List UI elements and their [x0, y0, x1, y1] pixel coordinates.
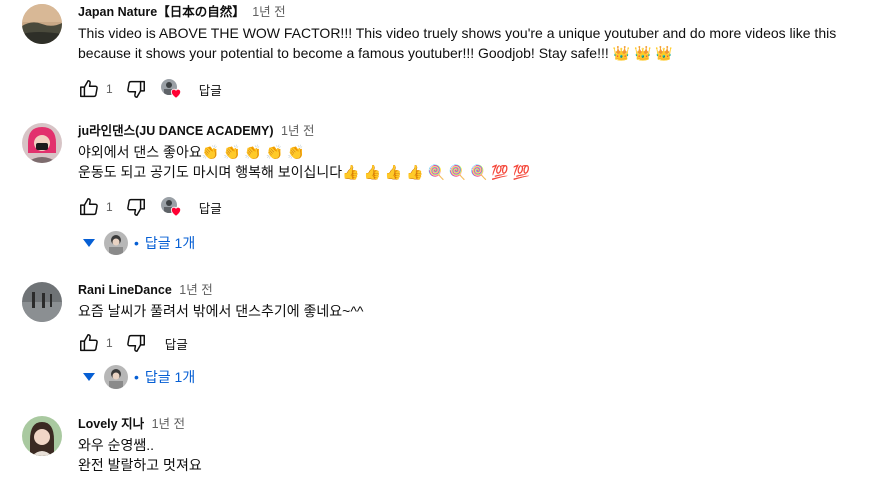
- reply-button[interactable]: 답글: [199, 198, 222, 217]
- comment-time[interactable]: 1년 전: [281, 124, 314, 138]
- thumbs-up-icon[interactable]: [78, 332, 100, 354]
- separator-dot: •: [134, 235, 139, 251]
- like-count: 1: [106, 200, 113, 214]
- comment-text: 야외에서 댄스 좋아요👏 👏 👏 👏 👏 운동도 되고 공기도 마시며 행복해 …: [78, 142, 848, 182]
- thumbs-down-icon[interactable]: [125, 196, 147, 218]
- reply-button[interactable]: 답글: [199, 80, 222, 99]
- comment-line: This video is ABOVE THE WOW FACTOR!!! Th…: [78, 25, 837, 41]
- comment-author[interactable]: Lovely 지나: [78, 417, 144, 431]
- creator-avatar: [104, 365, 128, 389]
- comment-author[interactable]: ju라인댄스(JU DANCE ACADEMY): [78, 124, 274, 138]
- separator-dot: •: [134, 369, 139, 385]
- thumbs-down-icon[interactable]: [125, 332, 147, 354]
- comment-author[interactable]: Rani LineDance: [78, 283, 172, 297]
- comment-text: This video is ABOVE THE WOW FACTOR!!! Th…: [78, 23, 848, 63]
- comments-section: Japan Nature【日本の自然】 1년 전 This video is A…: [0, 0, 888, 481]
- thumbs-up-icon[interactable]: [78, 196, 100, 218]
- view-replies-button[interactable]: • 답글 1개: [82, 364, 195, 390]
- comment-text: 와우 순영쌤.. 완전 발랄하고 멋져요: [78, 435, 848, 475]
- comment-time[interactable]: 1년 전: [179, 283, 212, 297]
- caret-down-icon: [82, 369, 96, 385]
- creator-heart: [160, 79, 183, 100]
- avatar[interactable]: [22, 416, 62, 456]
- avatar[interactable]: [22, 4, 62, 44]
- comment-line: 운동도 되고 공기도 마시며 행복해 보이십니다👍 👍 👍 👍 🍭 🍭 🍭 💯 …: [78, 164, 531, 180]
- comment-time[interactable]: 1년 전: [152, 417, 185, 431]
- thumbs-up-icon[interactable]: [78, 78, 100, 100]
- creator-heart: [160, 197, 183, 218]
- comment-time[interactable]: 1년 전: [252, 5, 285, 19]
- comment-actions: 1 답글: [78, 78, 222, 100]
- caret-down-icon: [82, 235, 96, 251]
- like-count: 1: [106, 336, 113, 350]
- view-replies-button[interactable]: • 답글 1개: [82, 230, 195, 256]
- comment-line: 야외에서 댄스 좋아요👏 👏 👏 👏 👏: [78, 144, 305, 160]
- creator-avatar: [104, 231, 128, 255]
- comment-line: 요즘 날씨가 풀려서 밖에서 댄스추기에 좋네요~^^: [78, 303, 364, 319]
- replies-count: 답글 1개: [144, 369, 196, 385]
- comment-actions: 1 답글: [78, 196, 222, 218]
- comment-line: 완전 발랄하고 멋져요: [78, 457, 202, 473]
- thumbs-down-icon[interactable]: [125, 78, 147, 100]
- comment-author[interactable]: Japan Nature【日本の自然】: [78, 5, 245, 19]
- comment-line: because it shows your potential to becom…: [78, 45, 673, 61]
- like-count: 1: [106, 82, 113, 96]
- comment-actions: 1 답글: [78, 332, 188, 354]
- comment-line: 와우 순영쌤..: [78, 437, 155, 453]
- replies-count: 답글 1개: [144, 235, 196, 251]
- avatar[interactable]: [22, 123, 62, 163]
- creator-heart-icon: [169, 204, 183, 218]
- creator-heart-icon: [169, 86, 183, 100]
- reply-button[interactable]: 답글: [165, 334, 188, 353]
- avatar[interactable]: [22, 282, 62, 322]
- comment-text: 요즘 날씨가 풀려서 밖에서 댄스추기에 좋네요~^^: [78, 301, 848, 321]
